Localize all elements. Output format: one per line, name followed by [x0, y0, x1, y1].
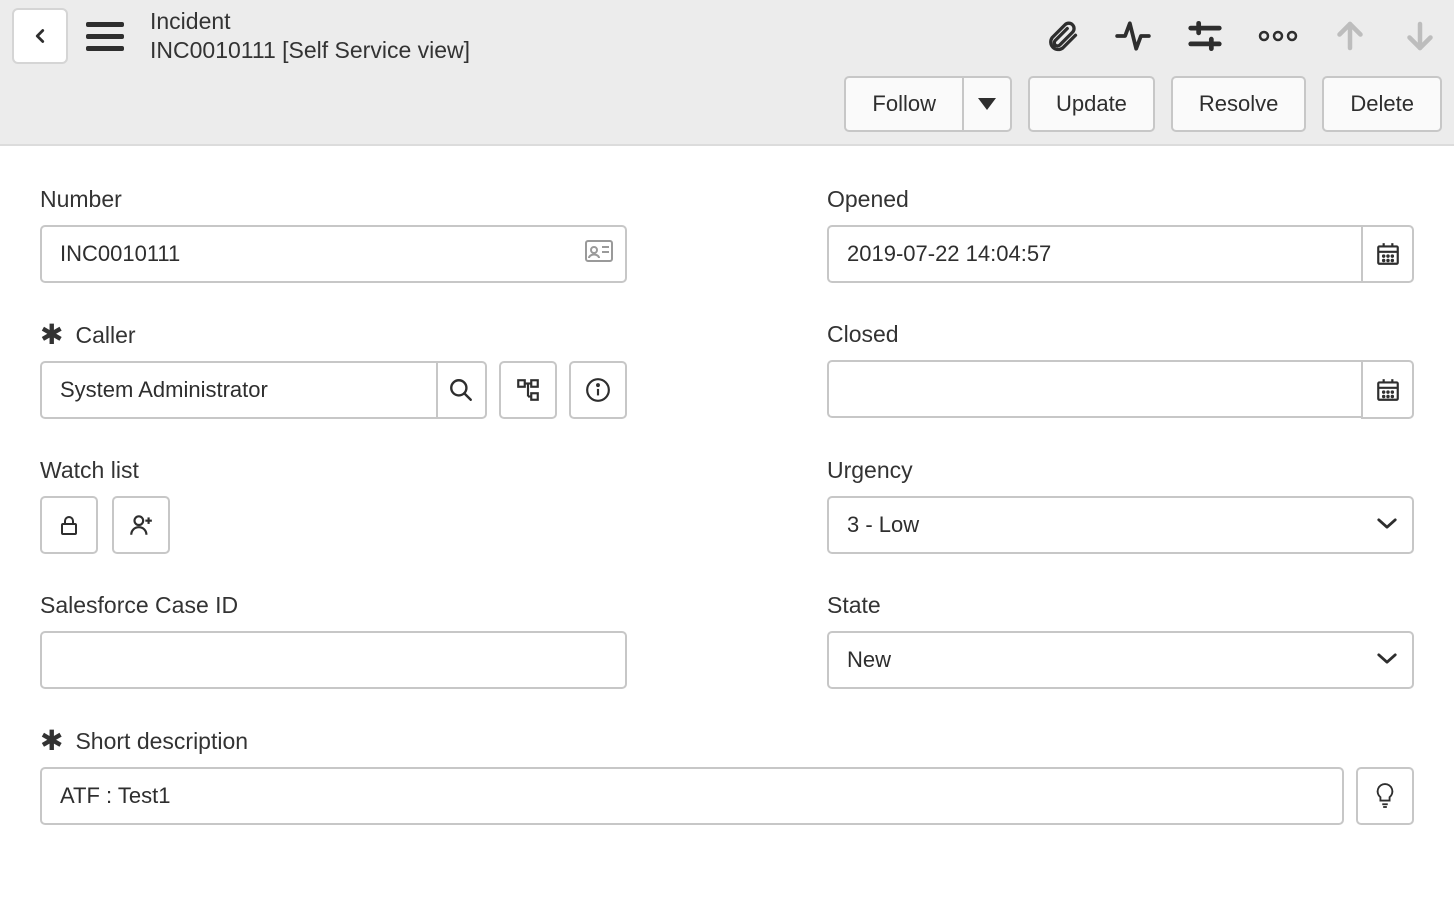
- caller-info-button[interactable]: [569, 361, 627, 419]
- user-plus-icon: [127, 512, 155, 538]
- field-caller: ✱ Caller: [40, 321, 627, 419]
- follow-split-button: Follow: [844, 76, 1012, 132]
- settings-button[interactable]: [1182, 13, 1228, 59]
- number-input[interactable]: [40, 225, 627, 283]
- lock-icon: [57, 512, 81, 538]
- arrow-up-icon: [1332, 18, 1368, 54]
- field-urgency: Urgency: [827, 457, 1414, 554]
- label-closed: Closed: [827, 321, 899, 348]
- action-bar: Follow Update Resolve Delete: [12, 76, 1442, 132]
- field-state: State: [827, 592, 1414, 689]
- label-state: State: [827, 592, 881, 619]
- page-header: Incident INC0010111 [Self Service view]: [0, 0, 1454, 146]
- record-subtitle: INC0010111 [Self Service view]: [150, 37, 470, 64]
- salesforce-input[interactable]: [40, 631, 627, 689]
- caller-input[interactable]: [40, 361, 436, 419]
- lightbulb-icon: [1374, 782, 1396, 810]
- label-salesforce: Salesforce Case ID: [40, 592, 238, 619]
- record-type-title: Incident: [150, 8, 470, 35]
- menu-button[interactable]: [80, 16, 130, 57]
- urgency-select[interactable]: [827, 496, 1414, 554]
- header-icon-bar: [1040, 13, 1442, 59]
- watch-list-add-me-button[interactable]: [112, 496, 170, 554]
- field-watch-list: Watch list: [40, 457, 627, 554]
- header-top-row: Incident INC0010111 [Self Service view]: [12, 8, 1442, 64]
- paperclip-icon: [1044, 18, 1080, 54]
- update-button[interactable]: Update: [1028, 76, 1155, 132]
- more-button[interactable]: [1254, 22, 1302, 50]
- opened-date-picker-button[interactable]: [1361, 225, 1414, 283]
- required-icon: ✱: [40, 727, 63, 755]
- field-closed: Closed: [827, 321, 1414, 419]
- attachments-button[interactable]: [1040, 14, 1084, 58]
- state-select[interactable]: [827, 631, 1414, 689]
- field-opened: Opened: [827, 186, 1414, 283]
- follow-dropdown-toggle[interactable]: [964, 76, 1012, 132]
- label-opened: Opened: [827, 186, 909, 213]
- previous-record-button[interactable]: [1328, 14, 1372, 58]
- tree-icon: [515, 377, 541, 403]
- short-description-input[interactable]: [40, 767, 1344, 825]
- label-short-description: Short description: [75, 728, 248, 755]
- sliders-icon: [1186, 17, 1224, 55]
- delete-button[interactable]: Delete: [1322, 76, 1442, 132]
- info-icon: [585, 377, 611, 403]
- caller-tree-button[interactable]: [499, 361, 557, 419]
- caret-down-icon: [978, 98, 996, 110]
- arrow-down-icon: [1402, 18, 1438, 54]
- field-number: Number: [40, 186, 627, 283]
- resolve-button[interactable]: Resolve: [1171, 76, 1306, 132]
- chevron-left-icon: [29, 22, 51, 50]
- back-button[interactable]: [12, 8, 68, 64]
- label-urgency: Urgency: [827, 457, 913, 484]
- caller-lookup-button[interactable]: [436, 361, 487, 419]
- next-record-button[interactable]: [1398, 14, 1442, 58]
- follow-button[interactable]: Follow: [844, 76, 964, 132]
- search-icon: [448, 377, 474, 403]
- label-watch-list: Watch list: [40, 457, 139, 484]
- label-caller: Caller: [75, 322, 135, 349]
- more-horizontal-icon: [1258, 26, 1298, 46]
- activity-icon: [1114, 17, 1152, 55]
- closed-input[interactable]: [827, 360, 1361, 418]
- opened-input[interactable]: [827, 225, 1361, 283]
- required-icon: ✱: [40, 321, 63, 349]
- calendar-icon: [1375, 241, 1401, 267]
- closed-date-picker-button[interactable]: [1361, 360, 1414, 419]
- field-salesforce-case-id: Salesforce Case ID: [40, 592, 627, 689]
- activity-button[interactable]: [1110, 13, 1156, 59]
- title-block: Incident INC0010111 [Self Service view]: [150, 8, 470, 64]
- short-description-suggestion-button[interactable]: [1356, 767, 1414, 825]
- watch-list-lock-button[interactable]: [40, 496, 98, 554]
- form-body: Number Opened ✱ Caller: [0, 146, 1454, 845]
- field-short-description: ✱ Short description: [40, 727, 1414, 825]
- label-number: Number: [40, 186, 122, 213]
- calendar-icon: [1375, 377, 1401, 403]
